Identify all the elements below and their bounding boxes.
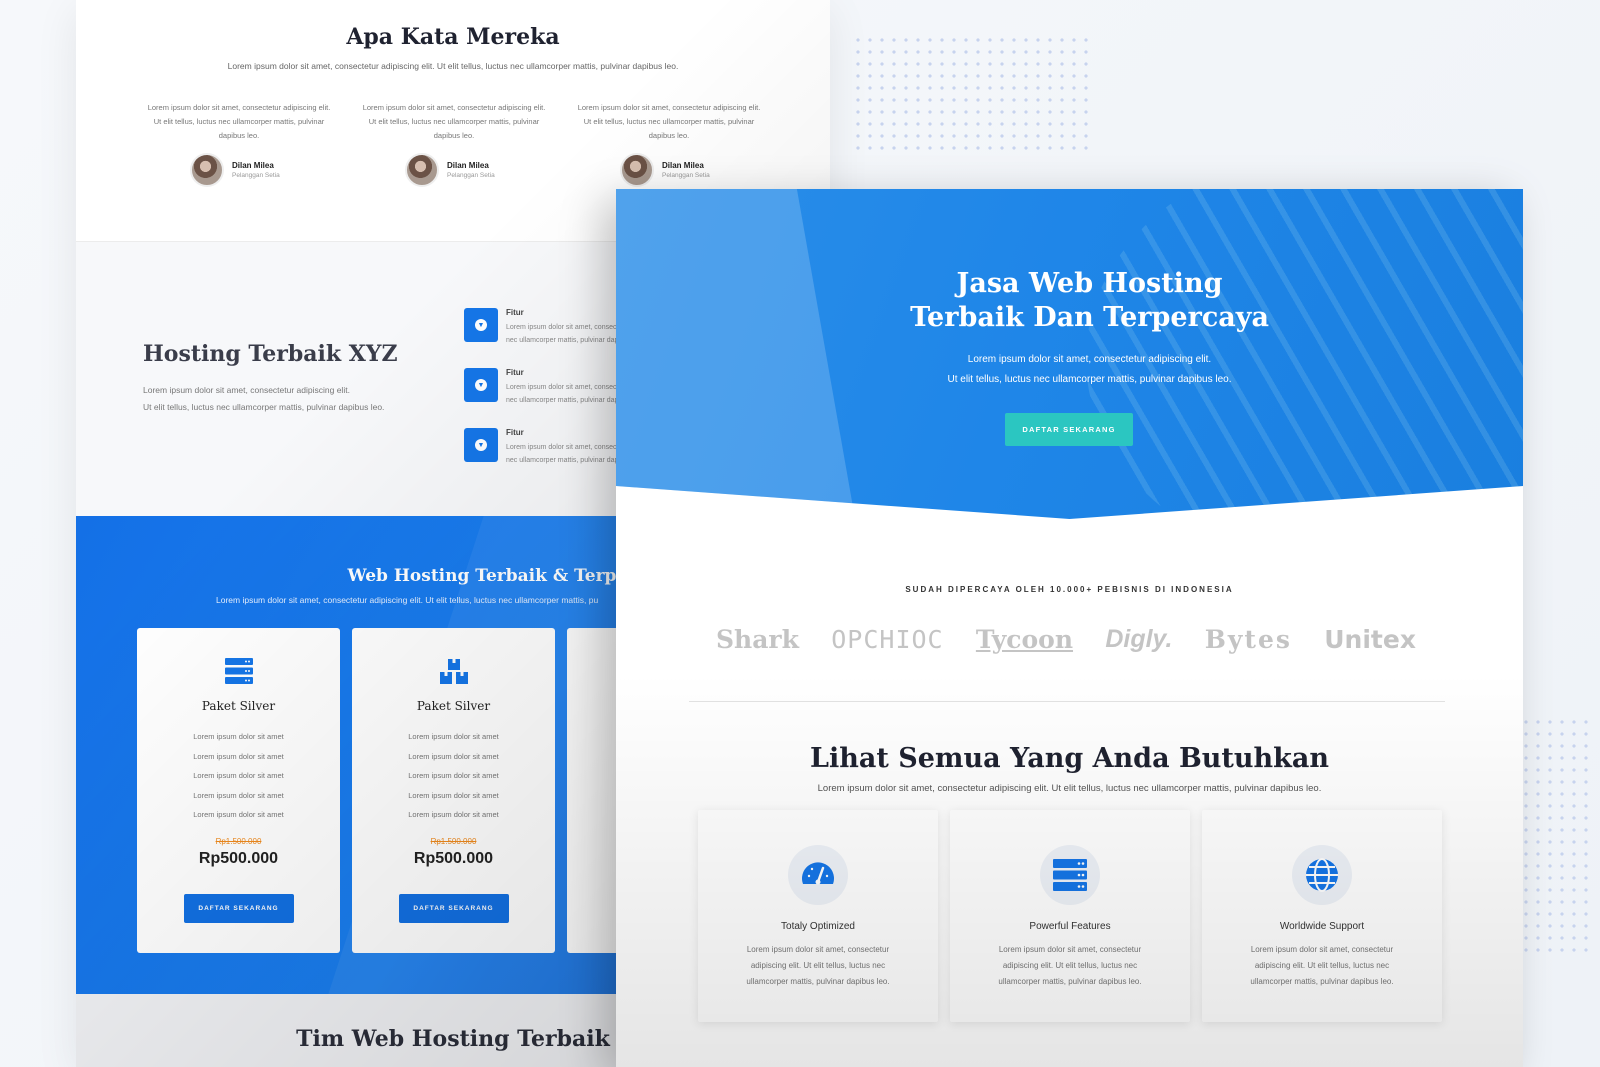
service-description: Lorem ipsum dolor sit amet, consectetur … — [746, 945, 890, 986]
service-name: Powerful Features — [1029, 921, 1111, 932]
service-name: Worldwide Support — [1279, 921, 1365, 932]
plan-feature: Lorem ipsum dolor sit amet — [193, 771, 284, 780]
plan-price: Rp500.000 — [198, 849, 279, 867]
plan-features: Lorem ipsum dolor sit amet Lorem ipsum d… — [137, 727, 340, 825]
pricing-card: Paket Silver Lorem ipsum dolor sit amet … — [137, 628, 340, 953]
plan-feature: Lorem ipsum dolor sit amet — [408, 790, 499, 800]
client-logos: Shark OPCHIOC Tycoon Digly. Bytes Unitex — [716, 625, 1416, 654]
front-page-preview: Jasa Web Hosting Terbaik Dan Terpercaya … — [616, 189, 1523, 1067]
boxes-icon — [439, 659, 468, 684]
author-name: Dilan Milea — [662, 161, 704, 170]
trust-label: SUDAH DIPERCAYA OLEH 10.000+ PEBISNIS DI… — [905, 585, 1234, 594]
plan-feature: Lorem ipsum dolor sit amet — [193, 810, 284, 819]
hero-title-line: Terbaik Dan Terpercaya — [910, 302, 1269, 333]
plan-name: Paket Silver — [416, 699, 491, 713]
service-description: Lorem ipsum dolor sit amet, consectetur … — [998, 945, 1142, 986]
server-stack-icon — [1040, 845, 1100, 905]
author-role: Pelanggan Setia — [662, 172, 710, 179]
testimonial-author: Dilan Milea Pelanggan Setia — [620, 153, 710, 187]
section-divider — [689, 701, 1445, 702]
plan-name: Paket Silver — [201, 699, 276, 713]
plan-feature: Lorem ipsum dolor sit amet — [408, 732, 499, 741]
client-logo: Digly. — [1105, 625, 1173, 653]
plan-price: Rp500.000 — [413, 849, 494, 867]
about-title: Hosting Terbaik XYZ — [143, 341, 398, 367]
about-description: Lorem ipsum dolor sit amet, consectetur … — [143, 385, 385, 412]
services-subtitle: Lorem ipsum dolor sit amet, consectetur … — [817, 783, 1322, 794]
plan-signup-button[interactable]: DAFTAR SEKARANG — [398, 893, 509, 923]
author-role: Pelanggan Setia — [447, 172, 495, 179]
avatar — [405, 153, 439, 187]
service-description: Lorem ipsum dolor sit amet, consectetur … — [1250, 945, 1394, 986]
avatar — [190, 153, 224, 187]
testimonial-author: Dilan Milea Pelanggan Setia — [190, 153, 280, 187]
testimonial-quote: Lorem ipsum dolor sit amet, consectetur … — [577, 103, 761, 140]
service-card: Worldwide Support Lorem ipsum dolor sit … — [1202, 810, 1442, 1022]
testimonial-quote: Lorem ipsum dolor sit amet, consectetur … — [147, 103, 331, 140]
hero-subtitle-line: Lorem ipsum dolor sit amet, consectetur … — [967, 354, 1212, 365]
server-stack-icon — [224, 658, 253, 684]
hero-title-line: Jasa Web Hosting — [956, 268, 1223, 299]
plan-old-price: Rp1.500.000 — [215, 836, 262, 846]
client-logo: OPCHIOC — [831, 625, 944, 654]
client-logo: Bytes — [1204, 625, 1292, 654]
service-card: Powerful Features Lorem ipsum dolor sit … — [950, 810, 1190, 1022]
chevron-circle-icon: ▼ — [464, 368, 498, 402]
testimonials-title: Apa Kata Mereka — [346, 24, 560, 50]
testimonial-quote: Lorem ipsum dolor sit amet, consectetur … — [362, 103, 546, 140]
plan-feature: Lorem ipsum dolor sit amet — [193, 751, 284, 761]
plan-feature: Lorem ipsum dolor sit amet — [408, 771, 499, 780]
chevron-circle-icon: ▼ — [464, 308, 498, 342]
testimonial-author: Dilan Milea Pelanggan Setia — [405, 153, 495, 187]
hero-subtitle: Lorem ipsum dolor sit amet, consectetur … — [616, 350, 1523, 390]
globe-icon — [1292, 845, 1352, 905]
client-logo: Unitex — [1324, 625, 1416, 654]
plan-feature: Lorem ipsum dolor sit amet — [193, 732, 284, 741]
client-logo: Tycoon — [975, 625, 1074, 654]
author-role: Pelanggan Setia — [232, 172, 280, 179]
hero-banner: Jasa Web Hosting Terbaik Dan Terpercaya … — [616, 189, 1523, 519]
service-card: Totaly Optimized Lorem ipsum dolor sit a… — [698, 810, 938, 1022]
author-name: Dilan Milea — [447, 161, 489, 170]
dot-pattern-top — [852, 34, 1092, 154]
plan-old-price: Rp1.500.000 — [430, 836, 477, 846]
plan-features: Lorem ipsum dolor sit amet Lorem ipsum d… — [352, 727, 555, 825]
hero-signup-button[interactable]: DAFTAR SEKARANG — [1005, 413, 1133, 446]
pricing-card: Paket Silver Lorem ipsum dolor sit amet … — [352, 628, 555, 953]
services-title: Lihat Semua Yang Anda Butuhkan — [810, 743, 1329, 774]
chevron-circle-icon: ▼ — [464, 428, 498, 462]
hero-title: Jasa Web Hosting Terbaik Dan Terpercaya — [616, 267, 1523, 335]
hero-subtitle-line: Ut elit tellus, luctus nec ullamcorper m… — [947, 374, 1232, 385]
plan-signup-button[interactable]: DAFTAR SEKARANG — [183, 893, 294, 923]
pricing-subtitle: Lorem ipsum dolor sit amet, consectetur … — [216, 595, 599, 605]
client-logo: Shark — [716, 625, 799, 654]
testimonials-subtitle: Lorem ipsum dolor sit amet, consectetur … — [227, 61, 679, 71]
plan-feature: Lorem ipsum dolor sit amet — [408, 751, 499, 761]
dot-pattern-right — [1520, 716, 1594, 958]
plan-feature: Lorem ipsum dolor sit amet — [408, 810, 499, 819]
service-name: Totaly Optimized — [781, 921, 855, 932]
speedometer-icon — [788, 845, 848, 905]
author-name: Dilan Milea — [232, 161, 274, 170]
avatar — [620, 153, 654, 187]
plan-feature: Lorem ipsum dolor sit amet — [193, 790, 284, 800]
